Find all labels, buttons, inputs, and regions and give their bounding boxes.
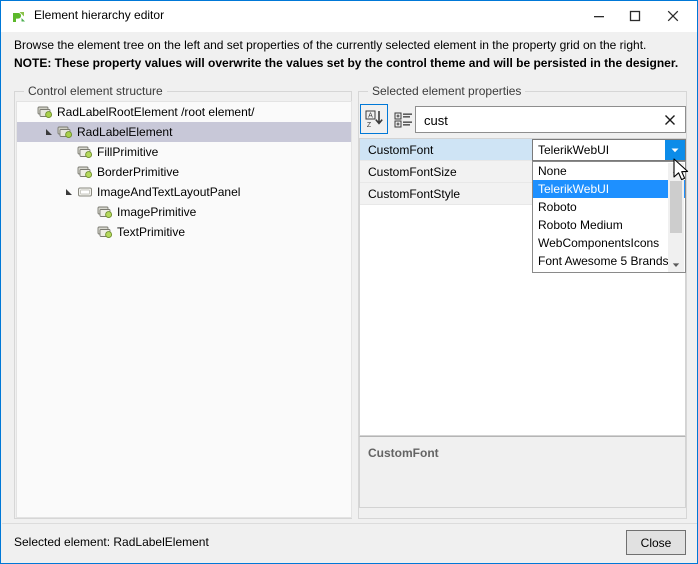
tree-node-label: ImageAndTextLayoutPanel	[97, 185, 240, 199]
tree-expander-spacer	[83, 222, 97, 242]
footer-divider	[2, 523, 698, 524]
window-title: Element hierarchy editor	[34, 8, 164, 22]
element-icon	[37, 104, 53, 120]
tree-node-label: TextPrimitive	[117, 225, 185, 239]
tree-node-fillprimitive[interactable]: FillPrimitive	[17, 142, 351, 162]
tree-expander-spacer	[83, 202, 97, 222]
dropdown-option[interactable]: TelerikWebUI	[533, 180, 685, 198]
control-element-structure-group: Control element structure RadLabelRootEl…	[14, 91, 352, 519]
close-dialog-button[interactable]: Close	[626, 530, 686, 555]
element-icon	[57, 124, 73, 140]
tree-expander-spacer	[63, 162, 77, 182]
property-name-cell[interactable]: CustomFontSize	[360, 161, 533, 182]
dropdown-items-container: NoneTelerikWebUIRobotoRoboto MediumWebCo…	[533, 162, 685, 270]
status-bar-text: Selected element: RadLabelElement	[14, 535, 209, 549]
tree-node-radlabelelement[interactable]: RadLabelElement	[17, 122, 351, 142]
element-tree-view[interactable]: RadLabelRootElement /root element/RadLab…	[16, 101, 352, 518]
telerik-logo-icon	[11, 9, 27, 25]
panel-icon	[77, 184, 93, 200]
maximize-button[interactable]	[617, 1, 653, 31]
custom-font-combo-editor[interactable]: TelerikWebUI	[532, 139, 686, 161]
minimize-button[interactable]	[581, 1, 617, 31]
tree-node-label: FillPrimitive	[97, 145, 158, 159]
tree-expander-collapse-icon[interactable]	[43, 122, 57, 142]
instruction-line-1: Browse the element tree on the left and …	[14, 37, 686, 53]
property-name-cell[interactable]: CustomFont	[360, 139, 533, 160]
tree-node-label: RadLabelElement	[77, 125, 172, 139]
tree-node-label: BorderPrimitive	[97, 165, 179, 179]
tree-node-label: ImagePrimitive	[117, 205, 196, 219]
close-window-button[interactable]	[655, 1, 691, 31]
combo-selected-value: TelerikWebUI	[533, 143, 609, 157]
dropdown-option[interactable]: WebComponentsIcons	[533, 234, 685, 252]
dropdown-scrollbar[interactable]	[668, 163, 684, 273]
dropdown-option[interactable]: Roboto	[533, 198, 685, 216]
tree-node-imageprimitive[interactable]: ImagePrimitive	[17, 202, 351, 222]
search-input[interactable]	[422, 107, 651, 134]
primitive-icon	[97, 224, 113, 240]
scrollbar-thumb[interactable]	[670, 181, 682, 233]
svg-text:Z: Z	[367, 122, 372, 129]
categorized-view-icon[interactable]	[390, 104, 418, 134]
dropdown-option[interactable]: Roboto Medium	[533, 216, 685, 234]
description-title: CustomFont	[368, 446, 439, 460]
primitive-icon	[77, 144, 93, 160]
tree-expander-spacer	[23, 102, 37, 122]
chevron-down-icon[interactable]	[665, 140, 685, 160]
instruction-note-line: NOTE: These property values will overwri…	[14, 55, 686, 71]
clear-x-icon[interactable]	[661, 111, 679, 129]
scroll-down-arrow-icon[interactable]	[668, 257, 684, 273]
tree-node-textprimitive[interactable]: TextPrimitive	[17, 222, 351, 242]
tree-node-borderprimitive[interactable]: BorderPrimitive	[17, 162, 351, 182]
element-hierarchy-editor-window: Element hierarchy editor Browse the elem…	[0, 0, 698, 564]
primitive-icon	[77, 164, 93, 180]
tree-group-legend: Control element structure	[24, 84, 167, 98]
property-search-box	[415, 106, 686, 133]
tree-expander-collapse-icon[interactable]	[63, 182, 77, 202]
primitive-icon	[97, 204, 113, 220]
tree-expander-spacer	[63, 142, 77, 162]
property-grid-toolbar: A Z	[359, 104, 686, 136]
dropdown-option[interactable]: Font Awesome 5 Brands...	[533, 252, 685, 270]
tree-node-imageandtextlayoutpanel[interactable]: ImageAndTextLayoutPanel	[17, 182, 351, 202]
sort-alphabetical-icon[interactable]: A Z	[360, 104, 388, 134]
scroll-up-arrow-icon[interactable]	[668, 163, 684, 179]
custom-font-dropdown-list[interactable]: NoneTelerikWebUIRobotoRoboto MediumWebCo…	[532, 161, 686, 273]
properties-group-legend: Selected element properties	[368, 84, 525, 98]
title-bar: Element hierarchy editor	[1, 1, 698, 32]
tree-node-label: RadLabelRootElement /root element/	[57, 105, 254, 119]
tree-node-radlabelrootelement-root-element[interactable]: RadLabelRootElement /root element/	[17, 102, 351, 122]
property-description-pane: CustomFont	[359, 436, 686, 508]
dropdown-option[interactable]: None	[533, 162, 685, 180]
instructions-block: Browse the element tree on the left and …	[14, 37, 686, 71]
svg-text:A: A	[368, 113, 373, 120]
property-name-cell[interactable]: CustomFontStyle	[360, 183, 533, 204]
